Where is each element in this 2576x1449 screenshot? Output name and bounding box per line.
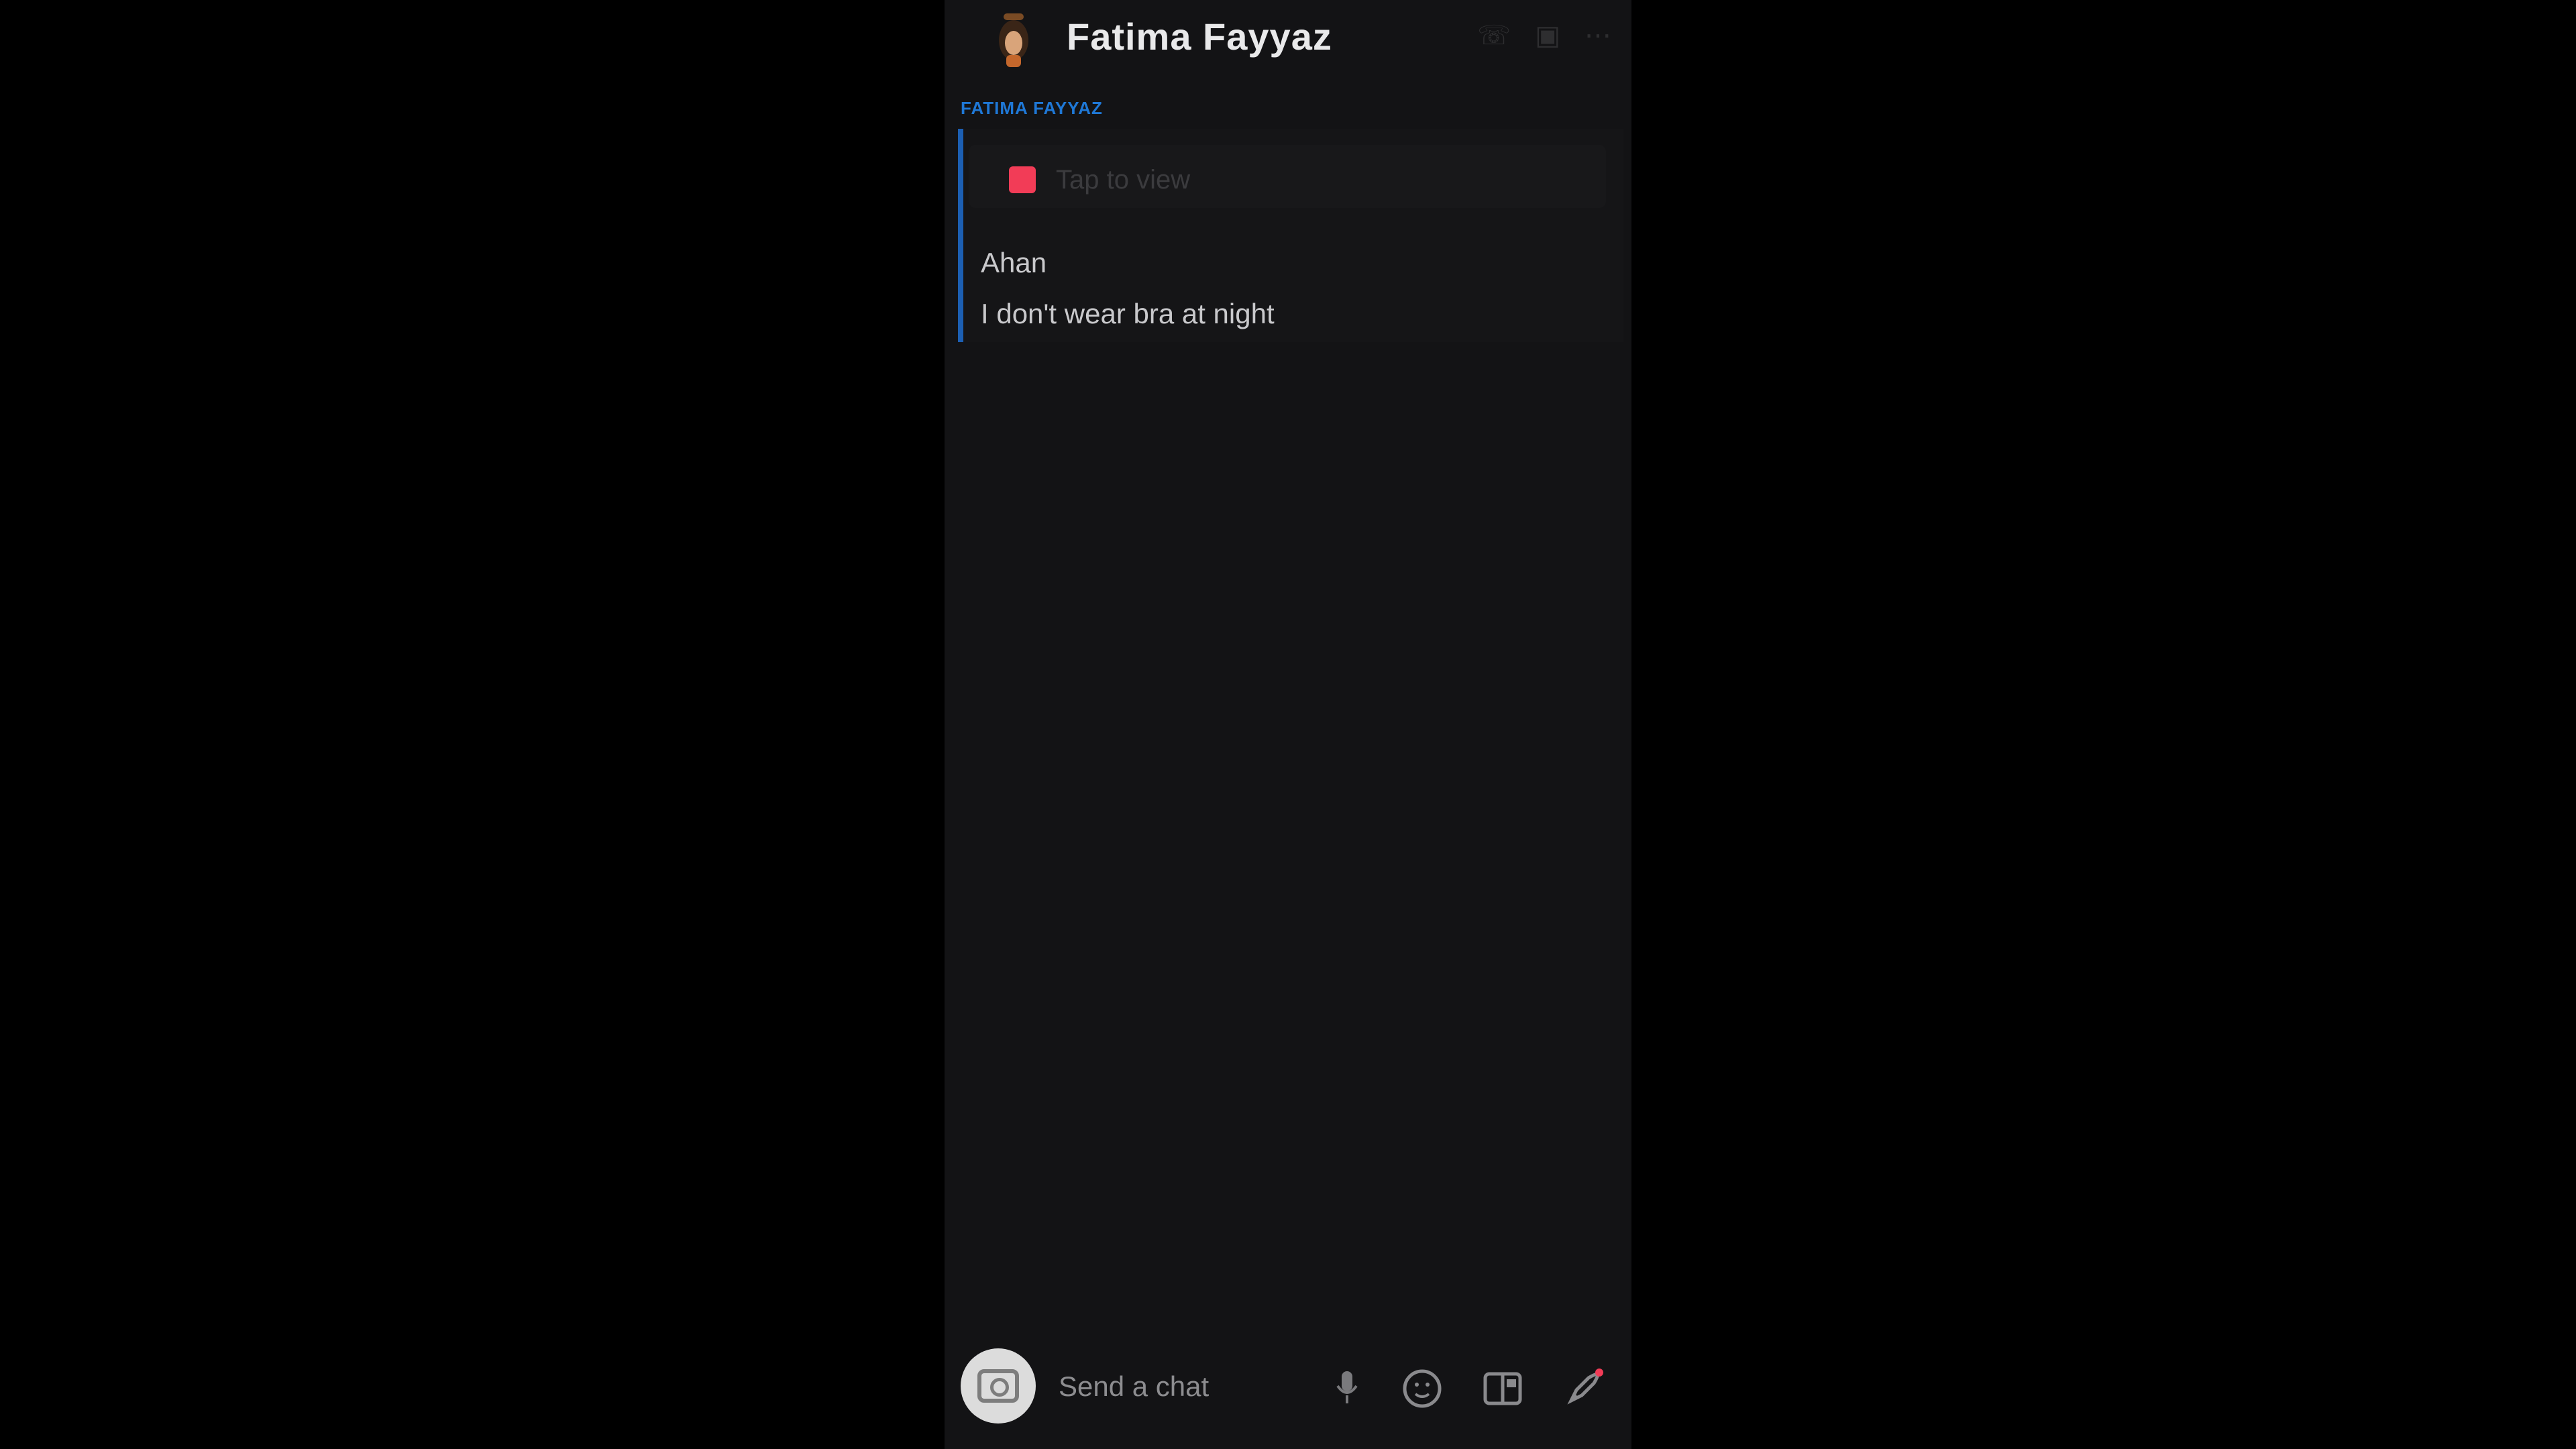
more-icon[interactable]: ⋯ [1585, 20, 1611, 51]
composer-bar [945, 1342, 1631, 1429]
snap-indicator-icon [1009, 166, 1036, 193]
video-call-icon[interactable]: ▣ [1535, 20, 1560, 51]
chat-message[interactable]: I don't wear bra at night [981, 298, 1275, 330]
sticker-icon[interactable] [1481, 1367, 1524, 1410]
emoji-icon[interactable] [1401, 1367, 1444, 1410]
header-actions: ☏ ▣ ⋯ [1477, 20, 1611, 51]
phone-call-icon[interactable]: ☏ [1477, 20, 1511, 51]
snap-label: Tap to view [1056, 165, 1191, 195]
bitmoji-avatar[interactable] [986, 8, 1041, 68]
chat-message[interactable]: Ahan [981, 247, 1046, 279]
chat-header: Fatima Fayyaz ☏ ▣ ⋯ [945, 0, 1631, 79]
contact-name[interactable]: Fatima Fayyaz [1067, 15, 1332, 58]
camera-button[interactable] [961, 1348, 1036, 1424]
chat-input[interactable] [1057, 1366, 1281, 1407]
camera-icon [977, 1369, 1019, 1403]
rocket-icon[interactable] [1562, 1367, 1605, 1410]
chat-screen: Fatima Fayyaz ☏ ▣ ⋯ FATIMA FAYYAZ Tap to… [945, 0, 1631, 1449]
snap-message[interactable]: Tap to view [969, 145, 1606, 208]
sender-label: FATIMA FAYYAZ [961, 98, 1103, 118]
microphone-icon[interactable] [1334, 1368, 1360, 1406]
message-group: Tap to view Ahan I don't wear bra at nig… [958, 129, 1623, 342]
